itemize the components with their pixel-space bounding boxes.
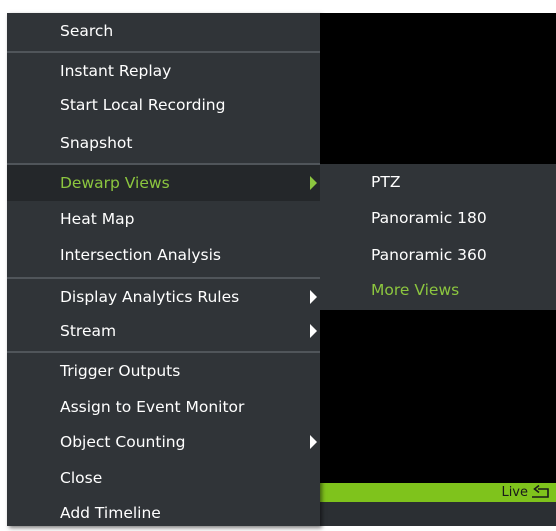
menu-item-display-analytics-rules[interactable]: Display Analytics Rules (7, 279, 320, 315)
menu-item-intersection-analysis[interactable]: Intersection Analysis (7, 237, 320, 273)
timeline-strip (320, 502, 556, 526)
submenu-item-ptz[interactable]: PTZ (320, 164, 556, 200)
submenu-arrow-icon (310, 290, 317, 304)
menu-item-instant-replay[interactable]: Instant Replay (7, 53, 320, 89)
submenu-item-more-views[interactable]: More Views (320, 272, 556, 308)
menu-item-object-counting[interactable]: Object Counting (7, 424, 320, 460)
live-label: Live (501, 485, 528, 500)
menu-item-heat-map[interactable]: Heat Map (7, 201, 320, 237)
menu-item-close[interactable]: Close (7, 460, 320, 496)
menu-item-stream[interactable]: Stream (7, 313, 320, 349)
dewarp-views-submenu: PTZ Panoramic 180 Panoramic 360 More Vie… (320, 164, 556, 310)
menu-item-snapshot[interactable]: Snapshot (7, 125, 320, 161)
context-menu: Search Instant Replay Start Local Record… (7, 13, 320, 526)
submenu-item-panoramic-360[interactable]: Panoramic 360 (320, 237, 556, 273)
menu-item-start-local-recording[interactable]: Start Local Recording (7, 87, 320, 123)
submenu-item-panoramic-180[interactable]: Panoramic 180 (320, 200, 556, 236)
menu-item-dewarp-views[interactable]: Dewarp Views (7, 165, 320, 201)
menu-item-trigger-outputs[interactable]: Trigger Outputs (7, 353, 320, 389)
menu-item-label: Dewarp Views (60, 174, 170, 192)
submenu-arrow-icon (310, 176, 317, 190)
menu-item-search[interactable]: Search (7, 13, 320, 49)
submenu-arrow-icon (310, 324, 317, 338)
replay-arrow-icon[interactable] (530, 484, 552, 500)
submenu-arrow-icon (310, 435, 317, 449)
menu-item-assign-to-event-monitor[interactable]: Assign to Event Monitor (7, 389, 320, 425)
live-status-bar[interactable]: Live (320, 483, 556, 502)
